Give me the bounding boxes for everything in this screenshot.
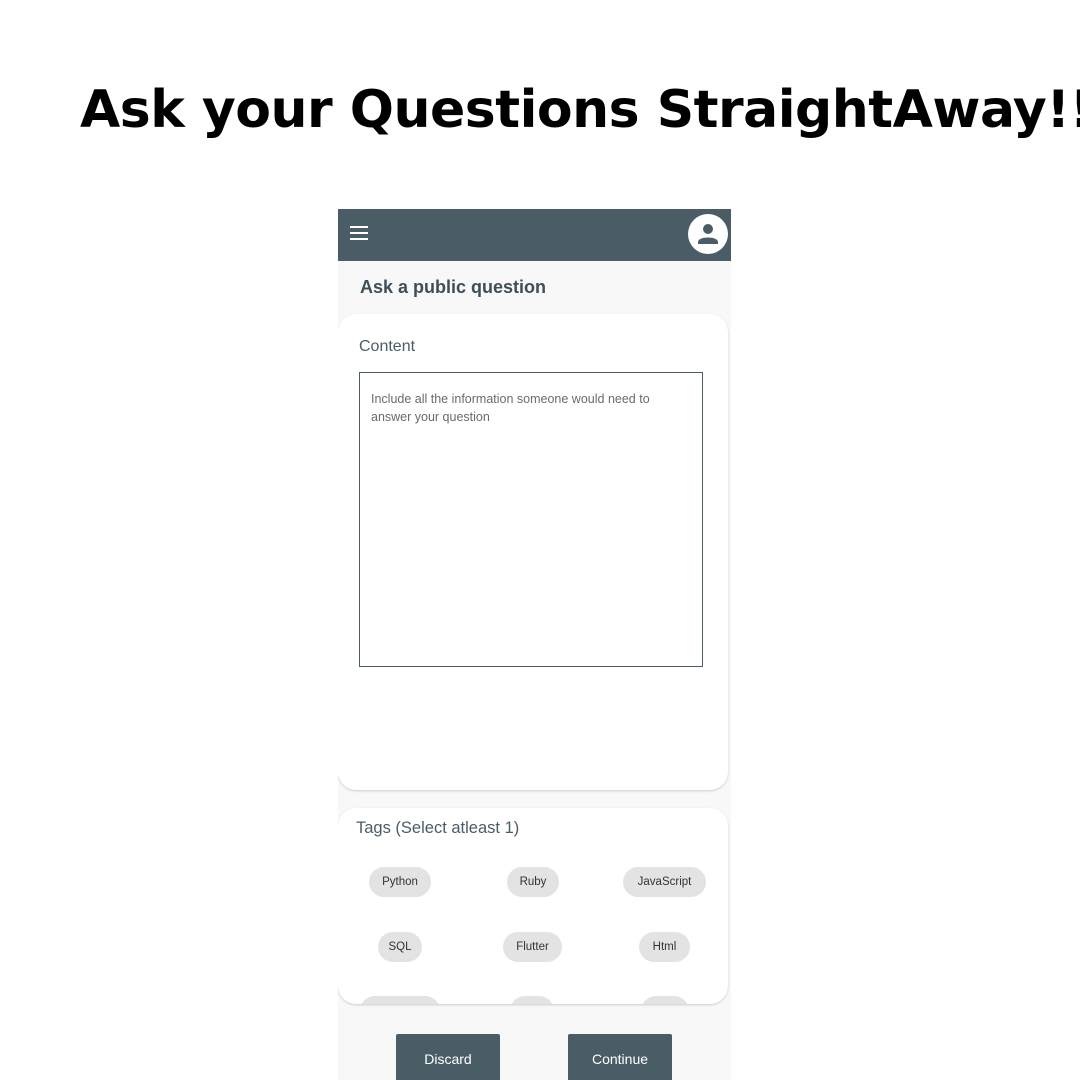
tags-card: Tags (Select atleast 1) Python Ruby Java… — [338, 808, 728, 1004]
tag-chip-flutter[interactable]: Flutter — [503, 932, 562, 962]
menu-icon[interactable] — [350, 226, 368, 240]
content-label: Content — [359, 338, 416, 355]
tag-chip-ruby[interactable]: Ruby — [507, 867, 559, 897]
headline: Ask your Questions StraightAway!! — [80, 80, 1080, 140]
continue-button[interactable]: Continue — [568, 1034, 672, 1080]
content-card: Content Include all the information some… — [338, 314, 728, 790]
phone-screen: Ask a public question Content Include al… — [338, 209, 731, 1080]
tag-chip-partial[interactable] — [641, 996, 689, 1004]
tag-chip-partial[interactable] — [360, 996, 440, 1004]
content-textarea[interactable]: Include all the information someone woul… — [359, 372, 703, 667]
page-title: Ask a public question — [360, 277, 547, 297]
tag-chip-html[interactable]: Html — [639, 932, 690, 962]
account-circle-icon[interactable] — [688, 214, 728, 254]
app-bar — [338, 209, 731, 261]
tag-chip-partial[interactable] — [510, 996, 554, 1004]
tags-label: Tags (Select atleast 1) — [356, 819, 520, 837]
tag-chip-sql[interactable]: SQL — [378, 932, 422, 962]
discard-button[interactable]: Discard — [396, 1034, 500, 1080]
tag-chip-python[interactable]: Python — [369, 867, 431, 897]
tag-chip-javascript[interactable]: JavaScript — [623, 867, 706, 897]
